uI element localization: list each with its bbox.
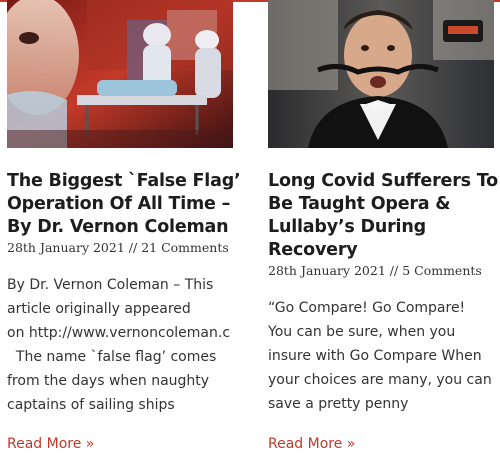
post-comments-link[interactable]: 21 Comments [141,240,229,255]
post-card: The Biggest `False Flag’ Operation Of Al… [7,0,243,452]
read-more-link[interactable]: Read More » [7,436,94,452]
excerpt-line: on http://www.vernoncoleman.c [7,325,231,341]
excerpt-line: You can be sure, when you [268,324,456,340]
post-title[interactable]: Long Covid Sufferers To Be Taught Opera … [268,170,500,262]
post-thumbnail[interactable] [7,0,233,148]
read-more-link[interactable]: Read More » [268,436,355,452]
post-comments-link[interactable]: 5 Comments [402,263,482,278]
excerpt-line: By Dr. Vernon Coleman – This [7,277,214,293]
post-meta: 28th January 2021 // 5 Comments [268,263,500,279]
excerpt-line: The name `false flag’ comes [7,349,217,365]
post-date: 28th January 2021 [7,240,125,255]
excerpt-line: from the days when naughty [7,373,210,389]
excerpt-line: save a pretty penny [268,396,409,412]
excerpt-line: your choices are many, you can [268,372,492,388]
medical-workers-photo-icon [7,0,233,148]
post-date: 28th January 2021 [268,263,386,278]
meta-separator: // [389,263,399,278]
meta-separator: // [128,240,138,255]
post-thumbnail[interactable] [268,0,494,148]
man-singing-in-car-photo-icon [268,0,494,148]
excerpt-line: article originally appeared [7,301,191,317]
post-excerpt: By Dr. Vernon Coleman – This article ori… [7,273,241,417]
post-card: Long Covid Sufferers To Be Taught Opera … [268,0,500,452]
post-meta: 28th January 2021 // 21 Comments [7,240,240,256]
excerpt-line: insure with Go Compare When [268,348,482,364]
post-title[interactable]: The Biggest `False Flag’ Operation Of Al… [7,170,243,239]
excerpt-line: captains of sailing ships [7,397,175,413]
post-excerpt: “Go Compare! Go Compare! You can be sure… [268,296,500,416]
excerpt-line: “Go Compare! Go Compare! [268,300,466,316]
